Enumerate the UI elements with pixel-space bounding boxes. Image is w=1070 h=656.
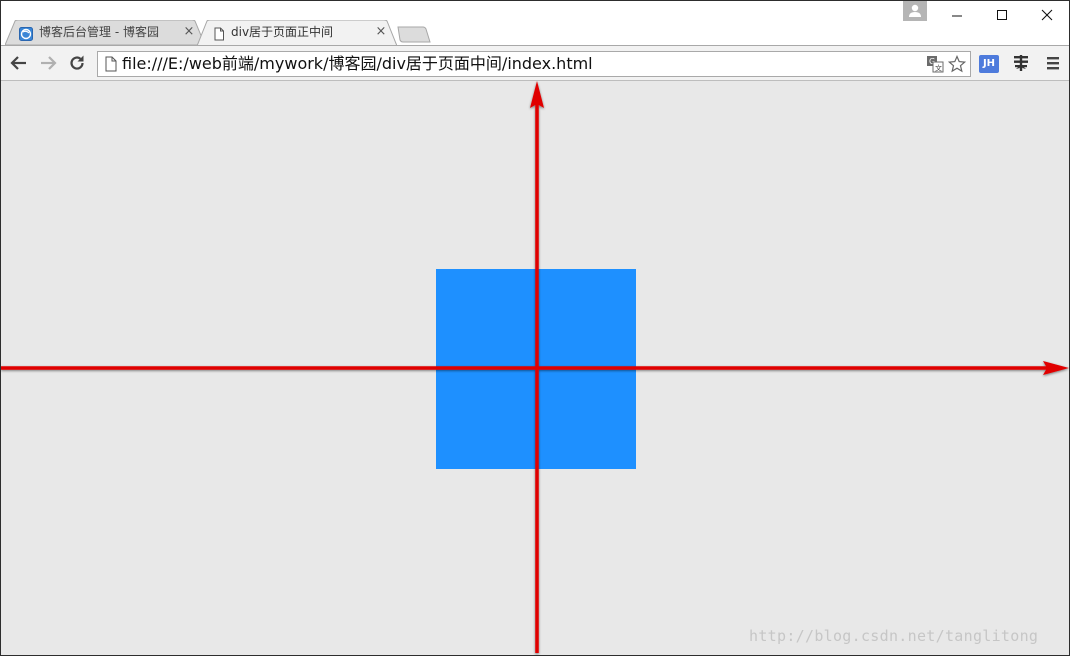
minimize-button[interactable] [935,1,980,31]
url-text: file:///E:/web前端/mywork/博客园/div居于页面中间/in… [122,54,593,73]
translate-icon[interactable]: G 文 [926,55,944,73]
forward-arrow-icon [41,56,57,70]
maximize-icon [997,10,1007,20]
center-axes [1,81,1069,653]
bookmark-star-icon[interactable] [947,54,967,73]
jh-extension-button[interactable]: JH [979,55,999,73]
extension-glyph-icon [1014,55,1028,71]
tab-close-icon[interactable]: × [182,25,196,39]
svg-text:文: 文 [935,64,942,73]
close-icon [1041,9,1053,21]
menu-button[interactable] [1043,53,1063,73]
browser-window: 博客后台管理 - 博客园 × div居于页面正中间 × file:///E:/w… [0,0,1070,656]
tab-title: div居于页面正中间 [231,25,334,39]
reload-button[interactable] [67,53,87,73]
close-window-button[interactable] [1025,1,1069,31]
profile-button[interactable] [903,1,927,21]
page-info-icon[interactable] [104,56,118,76]
vertical-arrow-head [530,81,544,108]
forward-button[interactable] [38,53,58,73]
extension-button[interactable] [1011,53,1031,73]
minimize-icon [952,15,962,17]
blog-favicon-icon [19,26,33,41]
new-tab-button[interactable] [397,26,431,43]
maximize-button[interactable] [980,1,1025,31]
hamburger-menu-icon [1047,57,1059,70]
watermark-text: http://blog.csdn.net/tanglitong [749,627,1039,645]
address-bar[interactable]: file:///E:/web前端/mywork/博客园/div居于页面中间/in… [97,51,971,77]
page-viewport: http://blog.csdn.net/tanglitong [1,81,1069,655]
tab-close-icon[interactable]: × [374,25,388,39]
document-icon [212,26,226,41]
tab-strip: 博客后台管理 - 博客园 × div居于页面正中间 × [1,1,1069,46]
back-button[interactable] [9,53,29,73]
tab-div-center[interactable]: div居于页面正中间 × [197,20,397,46]
back-arrow-icon [10,56,26,70]
browser-toolbar: file:///E:/web前端/mywork/博客园/div居于页面中间/in… [1,45,1069,81]
reload-icon [70,55,84,70]
person-icon [909,4,921,17]
tab-title: 博客后台管理 - 博客园 [39,25,159,39]
tab-blog-admin[interactable]: 博客后台管理 - 博客园 × [5,20,205,45]
